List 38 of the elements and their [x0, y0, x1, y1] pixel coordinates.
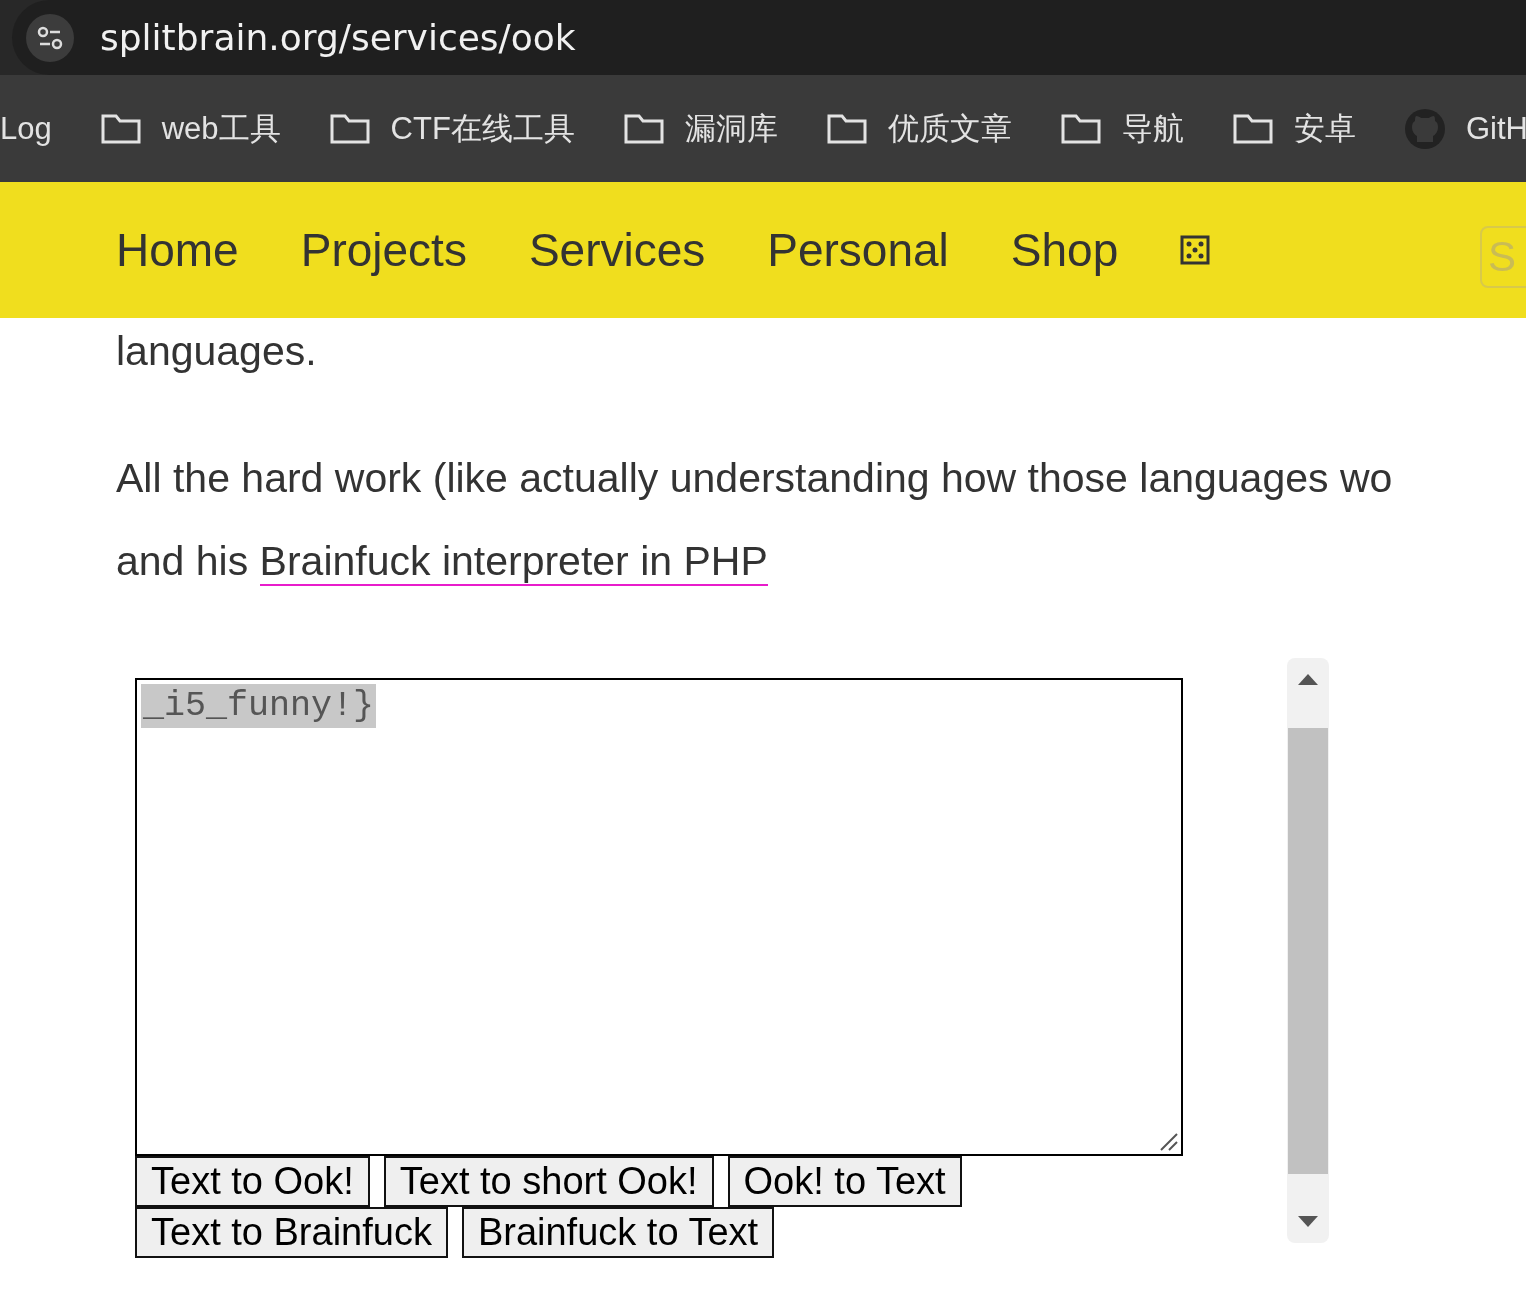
- paragraph-text: languages.: [116, 327, 318, 376]
- nav-link[interactable]: Shop: [1010, 223, 1119, 277]
- bookmark[interactable]: 导航: [1059, 107, 1184, 150]
- convert-button[interactable]: Ook! to Text: [727, 1156, 962, 1207]
- folder-icon: [99, 112, 142, 145]
- bookmark[interactable]: 安卓: [1231, 107, 1356, 150]
- dice-icon[interactable]: [1180, 235, 1211, 265]
- nav-link[interactable]: Projects: [300, 223, 467, 277]
- address-bar[interactable]: splitbrain.org/services/ook: [12, 0, 1526, 75]
- down-arrow-icon[interactable]: [1297, 1215, 1319, 1229]
- scroll-thumb[interactable]: [1288, 727, 1328, 1174]
- bookmark[interactable]: 漏洞库: [622, 107, 778, 150]
- convert-button[interactable]: Brainfuck to Text: [461, 1207, 775, 1258]
- folder-icon: [1059, 112, 1102, 145]
- convert-button[interactable]: Text to Brainfuck: [135, 1207, 448, 1258]
- folder-icon: [328, 112, 371, 145]
- text-area[interactable]: _i5_funny!}: [135, 678, 1183, 1156]
- bookmark[interactable]: web工具: [99, 107, 281, 150]
- folder-icon: [622, 112, 665, 145]
- bookmark[interactable]: GitH: [1403, 107, 1526, 150]
- bookmark[interactable]: 优质文章: [825, 107, 1012, 150]
- nav-link[interactable]: Services: [528, 223, 706, 277]
- convert-button[interactable]: Text to Ook!: [135, 1156, 370, 1207]
- bookmark[interactable]: CTF在线工具: [328, 107, 575, 150]
- paragraph-text: and his Brainfuck interpreter in PHP: [116, 537, 769, 588]
- url-text: splitbrain.org/services/ook: [100, 17, 576, 58]
- nav-link[interactable]: Personal: [767, 223, 949, 277]
- paragraph-text: All the hard work (like actually understanding how those languages wo: [116, 454, 1394, 503]
- tune-icon[interactable]: [26, 13, 74, 62]
- up-arrow-icon[interactable]: [1297, 672, 1319, 686]
- bookmark[interactable]: Log: [0, 110, 52, 147]
- folder-icon: [825, 112, 868, 145]
- scrollbar[interactable]: [1287, 658, 1329, 1243]
- convert-button[interactable]: Text to short Ook!: [383, 1156, 714, 1207]
- folder-icon: [1231, 112, 1274, 145]
- github-icon: [1403, 107, 1446, 150]
- interpreter-link[interactable]: Brainfuck interpreter in PHP: [259, 538, 768, 586]
- nav-link[interactable]: Home: [116, 223, 239, 277]
